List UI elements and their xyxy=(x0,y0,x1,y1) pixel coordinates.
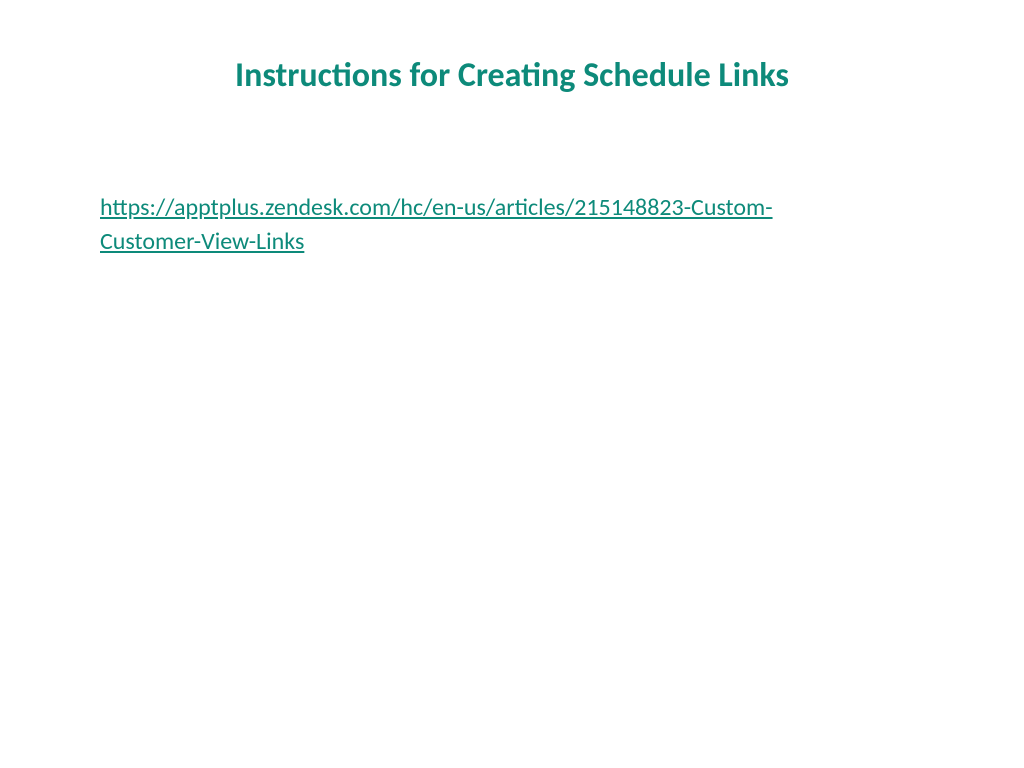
slide-container: Instructions for Creating Schedule Links… xyxy=(0,0,1024,768)
article-link[interactable]: https://apptplus.zendesk.com/hc/en-us/ar… xyxy=(100,193,773,256)
link-container: https://apptplus.zendesk.com/hc/en-us/ar… xyxy=(100,191,860,258)
page-title: Instructions for Creating Schedule Links xyxy=(100,55,924,96)
